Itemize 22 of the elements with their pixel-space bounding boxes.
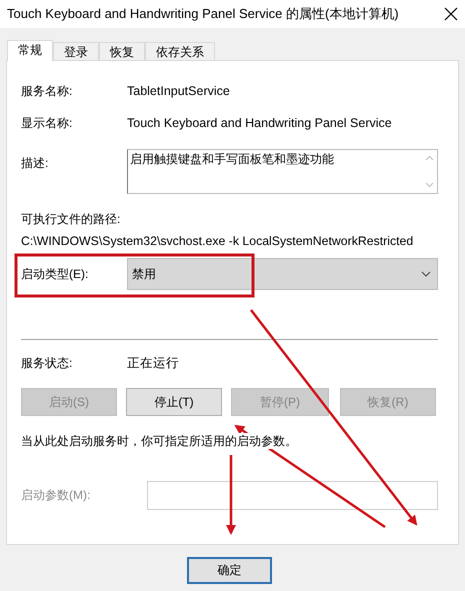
field-label: 服务名称: <box>21 83 74 99</box>
window-title: Touch Keyboard and Handwriting Panel Service 的属性(本地计算机) <box>7 5 400 23</box>
tab[interactable]: 依存关系 <box>145 42 215 60</box>
field-label: 可执行文件的路径: <box>21 211 122 227</box>
field-label: 启动类型(E): <box>21 266 90 282</box>
tab[interactable]: 恢复 <box>99 42 145 60</box>
service-button[interactable]: 停止(T) <box>126 388 222 416</box>
close-icon[interactable] <box>444 7 458 21</box>
field-label: 启动参数(M): <box>21 487 92 504</box>
field-label: 显示名称: <box>21 115 74 131</box>
field-label: 服务状态: <box>21 355 74 371</box>
startup-type-dropdown[interactable]: 禁用 <box>127 258 438 290</box>
tab[interactable]: 常规 <box>7 40 53 61</box>
parameters-field[interactable] <box>147 481 438 510</box>
ok-button[interactable]: 确定 <box>187 557 272 584</box>
status-value: 正在运行 <box>127 355 179 371</box>
field-value: TabletInputService <box>127 83 230 99</box>
field-label: 描述: <box>21 155 50 172</box>
path-text: C:\WINDOWS\System32\svchost.exe -k LocalSystemNetworkRestricted <box>21 233 414 249</box>
caret-icon <box>421 271 431 277</box>
tab[interactable]: 登录 <box>53 42 99 60</box>
field-value: Touch Keyboard and Handwriting Panel Service <box>127 115 392 131</box>
